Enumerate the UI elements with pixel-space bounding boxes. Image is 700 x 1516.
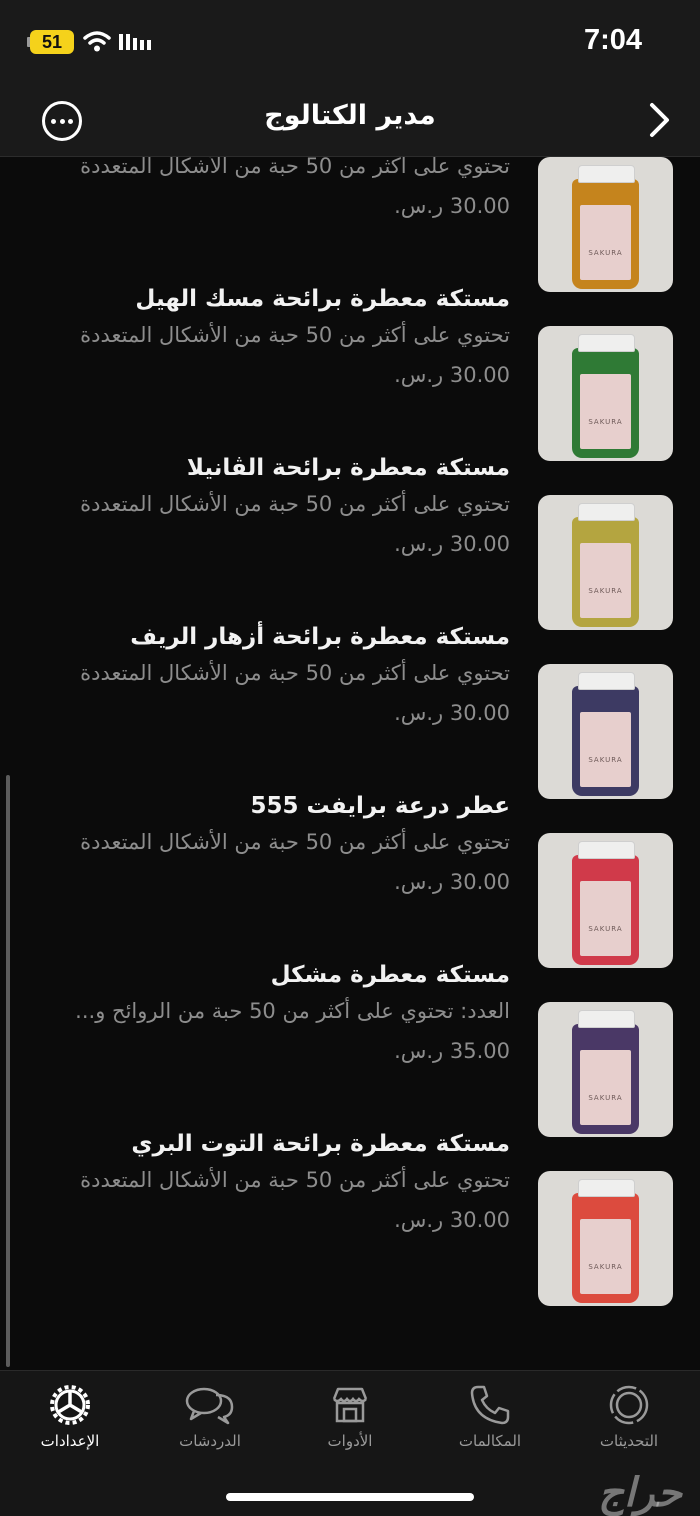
tab-updates[interactable]: التحديثات: [569, 1383, 689, 1463]
jar-lid: [578, 1179, 635, 1197]
catalog-list-content: مستكة معطرة برائحة عطر قوتشيتحتوي على أك…: [0, 157, 700, 1306]
watermark-logo: حراج: [598, 1470, 682, 1516]
tab-calls-label: المكالمات: [458, 1432, 522, 1450]
jar-label-brand: SAKURA: [588, 1263, 623, 1271]
jar-label: SAKURA: [580, 1219, 631, 1294]
item-description: تحتوي على أكثر من 50 حبة من الأشكال المت…: [80, 157, 510, 178]
item-description: تحتوي على أكثر من 50 حبة من الأشكال المت…: [80, 492, 510, 516]
item-price: 30.00 ر.س.: [394, 363, 510, 387]
item-price: 30.00 ر.س.: [394, 532, 510, 556]
jar-label-brand: SAKURA: [588, 249, 623, 257]
signal-icon: [119, 34, 151, 50]
jar-lid: [578, 503, 635, 521]
item-description: تحتوي على أكثر من 50 حبة من الأشكال المت…: [80, 661, 510, 685]
product-thumbnail: SAKURA: [538, 1171, 673, 1306]
item-title: مستكة معطرة برائحة مسك الهيل: [135, 286, 510, 312]
page-title: مدير الكتالوج: [264, 100, 436, 131]
jar-label-brand: SAKURA: [588, 925, 623, 933]
tab-chats-label: الدردشات: [179, 1432, 241, 1450]
product-thumbnail: SAKURA: [538, 664, 673, 799]
battery-indicator: 51: [30, 30, 74, 54]
jar-label: SAKURA: [580, 881, 631, 956]
product-thumbnail: SAKURA: [538, 495, 673, 630]
chats-icon: [185, 1387, 234, 1425]
wifi-icon: [83, 31, 111, 52]
item-price: 30.00 ر.س.: [394, 194, 510, 218]
item-price: 30.00 ر.س.: [394, 1208, 510, 1232]
product-thumbnail: SAKURA: [538, 157, 673, 292]
calls-icon: [470, 1385, 510, 1425]
product-thumbnail: SAKURA: [538, 326, 673, 461]
item-price: 30.00 ر.س.: [394, 870, 510, 894]
catalog-item[interactable]: مستكة معطرة مشكل العدد: تحتوي على أكثر من…: [0, 962, 700, 1137]
jar-label: SAKURA: [580, 205, 631, 280]
settings-icon: [50, 1385, 90, 1425]
jar-lid: [578, 1010, 635, 1028]
jar-lid: [578, 672, 635, 690]
jar-label-brand: SAKURA: [588, 1094, 623, 1102]
jar-label: SAKURA: [580, 374, 631, 449]
product-thumbnail: SAKURA: [538, 833, 673, 968]
item-title: عطر درعة برايفت 555: [250, 793, 510, 819]
scroll-indicator[interactable]: [6, 775, 10, 1367]
catalog-item[interactable]: مستكة معطرة برائحة أزهار الريف تحتوي على …: [0, 624, 700, 799]
chevron-right-icon[interactable]: [640, 100, 680, 140]
tab-tools[interactable]: الأدوات: [290, 1383, 410, 1463]
jar-label-brand: SAKURA: [588, 756, 623, 764]
catalog-item[interactable]: مستكة معطرة برائحة التوت البري تحتوي على …: [0, 1131, 700, 1306]
status-bar: 51 7:04: [0, 0, 700, 86]
tab-calls[interactable]: المكالمات: [430, 1383, 550, 1463]
item-description: تحتوي على أكثر من 50 حبة من الأشكال المت…: [80, 830, 510, 854]
jar-label: SAKURA: [580, 1050, 631, 1125]
catalog-list[interactable]: مستكة معطرة برائحة عطر قوتشيتحتوي على أك…: [0, 157, 700, 1370]
tab-settings-label: الإعدادات: [40, 1432, 100, 1450]
item-description: العدد: تحتوي على أكثر من 50 حبة من الروا…: [75, 999, 510, 1023]
jar-lid: [578, 334, 635, 352]
item-title: مستكة معطرة برائحة التوت البري: [131, 1131, 510, 1157]
catalog-item[interactable]: عطر درعة برايفت 555 تحتوي على أكثر من 50 …: [0, 793, 700, 968]
tools-icon: [332, 1387, 368, 1423]
catalog-item[interactable]: مستكة معطرة برائحة الڤانيلا تحتوي على أكث…: [0, 455, 700, 630]
item-title: مستكة معطرة برائحة أزهار الريف: [130, 624, 510, 650]
home-indicator[interactable]: [226, 1493, 474, 1501]
item-price: 30.00 ر.س.: [394, 701, 510, 725]
tab-tools-label: الأدوات: [327, 1432, 373, 1450]
tab-updates-label: التحديثات: [599, 1432, 659, 1450]
item-title: مستكة معطرة برائحة الڤانيلا: [186, 455, 510, 481]
tab-chats[interactable]: الدردشات: [150, 1383, 270, 1463]
updates-icon: [609, 1385, 649, 1425]
jar-label-brand: SAKURA: [588, 587, 623, 595]
catalog-item[interactable]: مستكة معطرة برائحة مسك الهيل تحتوي على أك…: [0, 286, 700, 461]
tab-settings[interactable]: الإعدادات: [10, 1383, 130, 1463]
item-description: تحتوي على أكثر من 50 حبة من الأشكال المت…: [80, 1168, 510, 1192]
item-price: 35.00 ر.س.: [394, 1039, 510, 1063]
jar-label-brand: SAKURA: [588, 418, 623, 426]
catalog-item[interactable]: مستكة معطرة برائحة عطر قوتشيتحتوي على أك…: [0, 157, 700, 292]
jar-lid: [578, 841, 635, 859]
product-thumbnail: SAKURA: [538, 1002, 673, 1137]
status-time: 7:04: [583, 24, 642, 56]
item-description: تحتوي على أكثر من 50 حبة من الأشكال المت…: [80, 323, 510, 347]
jar-label: SAKURA: [580, 712, 631, 787]
item-title: مستكة معطرة مشكل: [270, 962, 510, 988]
jar-label: SAKURA: [580, 543, 631, 618]
jar-lid: [578, 165, 635, 183]
